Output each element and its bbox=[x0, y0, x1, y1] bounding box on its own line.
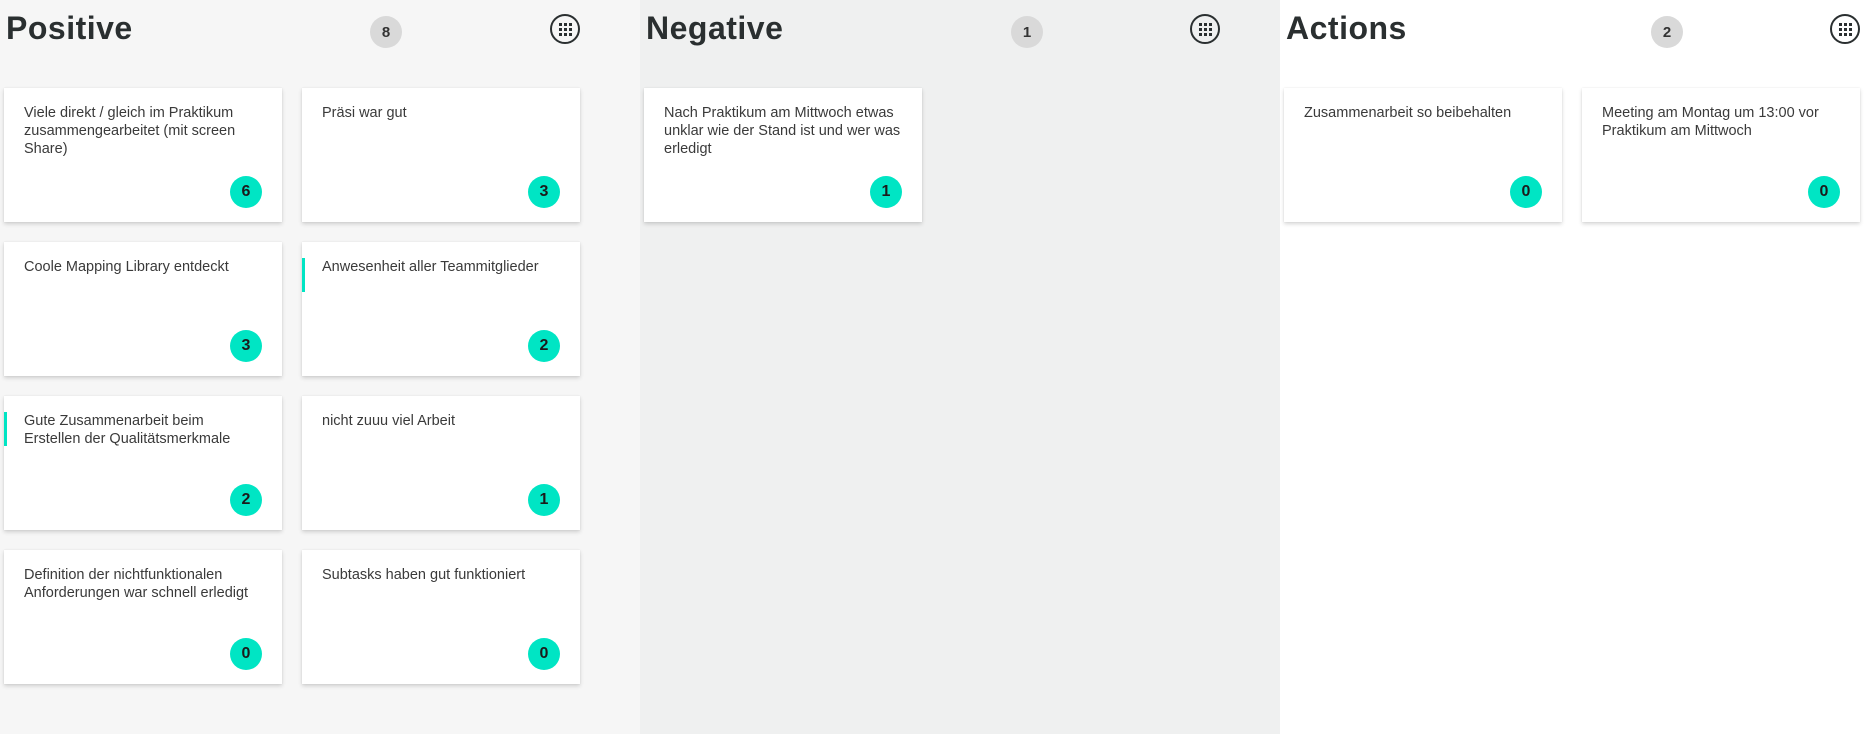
column-negative: Negative 1 Nach Praktikum am Mittwoch et… bbox=[640, 0, 1280, 734]
vote-count-badge[interactable]: 6 bbox=[230, 176, 262, 208]
vote-count-badge[interactable]: 0 bbox=[528, 638, 560, 670]
vote-count-badge[interactable]: 3 bbox=[230, 330, 262, 362]
card-text: Anwesenheit aller Teammitglieder bbox=[322, 259, 539, 275]
vote-count-badge[interactable]: 2 bbox=[528, 330, 560, 362]
vote-count-badge[interactable]: 0 bbox=[1510, 176, 1542, 208]
retro-card[interactable]: Subtasks haben gut funktioniert 0 bbox=[302, 550, 580, 684]
retro-card[interactable]: Meeting am Montag um 13:00 vor Praktikum… bbox=[1582, 88, 1860, 222]
vote-count-badge[interactable]: 3 bbox=[528, 176, 560, 208]
card-text: Subtasks haben gut funktioniert bbox=[322, 567, 526, 583]
retro-card[interactable]: Anwesenheit aller Teammitglieder 2 bbox=[302, 242, 580, 376]
retro-card[interactable]: Coole Mapping Library entdeckt 3 bbox=[4, 242, 282, 376]
grid-menu-icon bbox=[1838, 22, 1852, 36]
card-list: Viele direkt / gleich im Praktikum zusam… bbox=[4, 88, 580, 684]
column-title: Negative bbox=[646, 10, 784, 46]
retro-card[interactable]: Gute Zusammenarbeit beim Erstellen der Q… bbox=[4, 396, 282, 530]
retro-card[interactable]: Präsi war gut 3 bbox=[302, 88, 580, 222]
vote-count-badge[interactable]: 0 bbox=[230, 638, 262, 670]
card-text: Viele direkt / gleich im Praktikum zusam… bbox=[24, 105, 236, 157]
column-positive: Positive 8 Viele direkt / gleich im Prak… bbox=[0, 0, 640, 734]
retro-card[interactable]: Zusammenarbeit so beibehalten 0 bbox=[1284, 88, 1562, 222]
column-menu-button[interactable] bbox=[1190, 14, 1220, 44]
card-count-badge: 1 bbox=[1011, 16, 1043, 48]
column-header: Positive 8 bbox=[0, 0, 640, 60]
vote-count-badge[interactable]: 2 bbox=[230, 484, 262, 516]
card-text: Meeting am Montag um 13:00 vor Praktikum… bbox=[1602, 105, 1819, 139]
column-menu-button[interactable] bbox=[550, 14, 580, 44]
retro-card[interactable]: Viele direkt / gleich im Praktikum zusam… bbox=[4, 88, 282, 222]
card-text: Zusammenarbeit so beibehalten bbox=[1304, 105, 1512, 121]
column-header: Actions 2 bbox=[1280, 0, 1871, 60]
column-actions: Actions 2 Zusammenarbeit so beibehalten … bbox=[1280, 0, 1871, 734]
card-list: Nach Praktikum am Mittwoch etwas unklar … bbox=[644, 88, 1220, 222]
retro-card[interactable]: Nach Praktikum am Mittwoch etwas unklar … bbox=[644, 88, 922, 222]
card-text: Gute Zusammenarbeit beim Erstellen der Q… bbox=[24, 413, 231, 447]
vote-count-badge[interactable]: 0 bbox=[1808, 176, 1840, 208]
grid-menu-icon bbox=[1198, 22, 1212, 36]
card-text: Definition der nichtfunktionalen Anforde… bbox=[24, 567, 249, 601]
card-text: Präsi war gut bbox=[322, 105, 407, 121]
card-count-badge: 8 bbox=[370, 16, 402, 48]
card-count-badge: 2 bbox=[1651, 16, 1683, 48]
retro-card[interactable]: nicht zuuu viel Arbeit 1 bbox=[302, 396, 580, 530]
retro-card[interactable]: Definition der nichtfunktionalen Anforde… bbox=[4, 550, 282, 684]
vote-count-badge[interactable]: 1 bbox=[870, 176, 902, 208]
column-header: Negative 1 bbox=[640, 0, 1280, 60]
card-text: nicht zuuu viel Arbeit bbox=[322, 413, 455, 429]
card-text: Nach Praktikum am Mittwoch etwas unklar … bbox=[664, 105, 901, 157]
card-list: Zusammenarbeit so beibehalten 0 Meeting … bbox=[1284, 88, 1860, 222]
vote-count-badge[interactable]: 1 bbox=[528, 484, 560, 516]
column-title: Actions bbox=[1286, 10, 1407, 46]
column-menu-button[interactable] bbox=[1830, 14, 1860, 44]
grid-menu-icon bbox=[558, 22, 572, 36]
card-text: Coole Mapping Library entdeckt bbox=[24, 259, 229, 275]
column-title: Positive bbox=[6, 10, 133, 46]
